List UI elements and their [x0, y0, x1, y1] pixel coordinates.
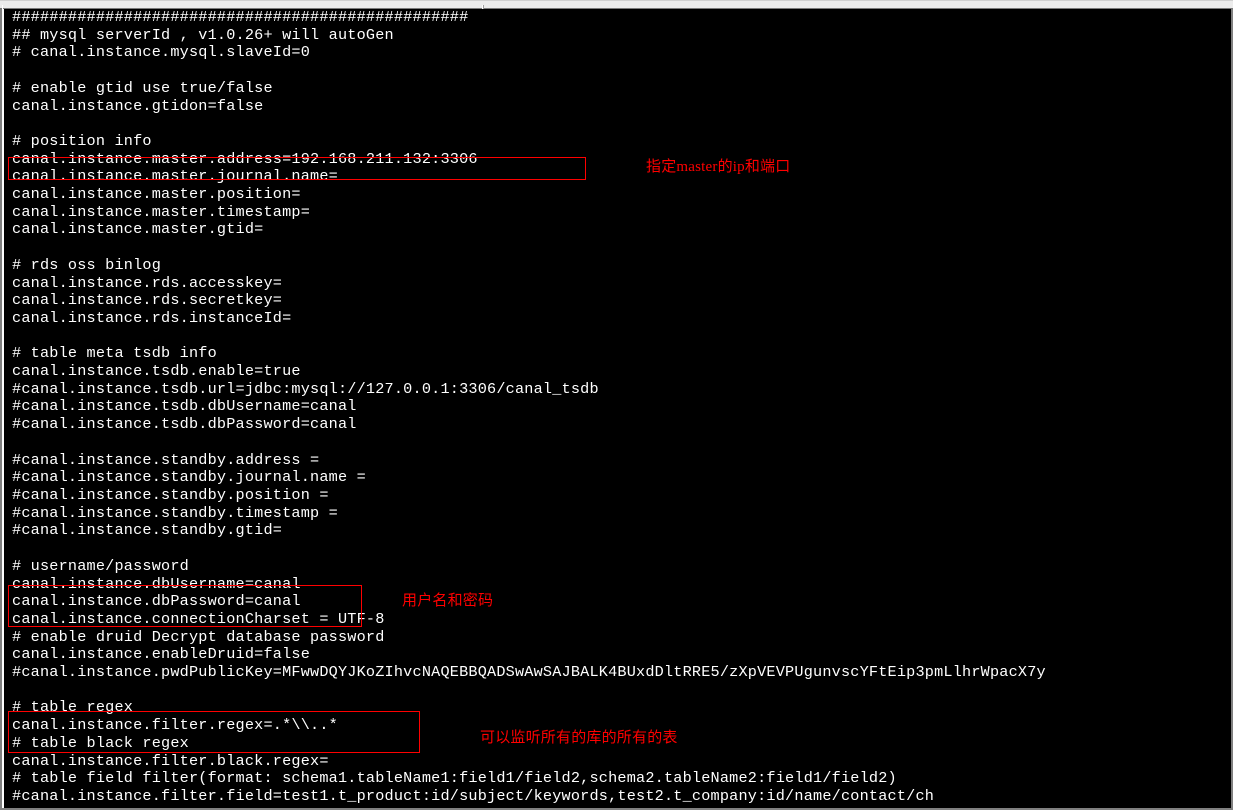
annotation-label-table-regex: 可以监听所有的库的所有的表	[480, 730, 678, 748]
annotation-label-master-address: 指定master的ip和端口	[646, 159, 790, 177]
window-tab-strip	[0, 0, 1233, 9]
annotation-label-user-pass: 用户名和密码	[402, 593, 493, 611]
config-file-content: ########################################…	[12, 9, 1231, 806]
terminal-viewport[interactable]: ########################################…	[2, 9, 1231, 808]
